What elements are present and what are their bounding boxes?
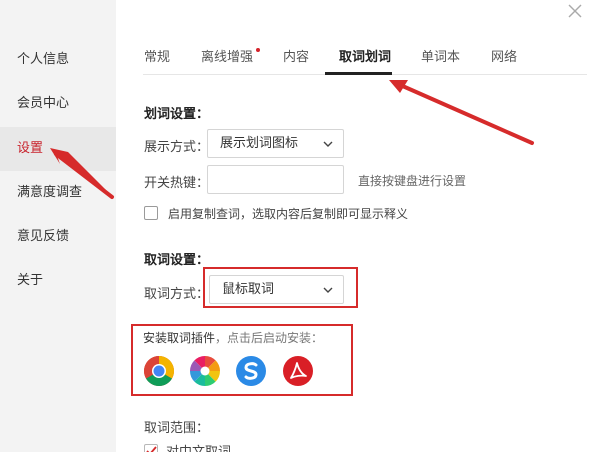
tab-content[interactable]: 内容 [283, 42, 309, 74]
arrow-to-tab [389, 80, 534, 145]
display-mode-label: 展示方式： [144, 140, 210, 155]
close-icon [568, 4, 582, 18]
hotkey-input[interactable] [207, 165, 344, 194]
sidebar-item-feedback[interactable]: 意见反馈 [0, 215, 116, 259]
hotkey-hint: 直接按键盘进行设置 [358, 174, 467, 188]
close-button[interactable] [566, 4, 584, 22]
tab-bar: 常规 离线增强 内容 取词划词 单词本 网络 [116, 42, 600, 76]
quci-mode-label: 取词方式： [144, 287, 210, 302]
sidebar-item-about[interactable]: 关于 [0, 259, 116, 303]
display-mode-select[interactable]: 展示划词图标 [207, 129, 344, 158]
huaci-section-title: 划词设置： [144, 107, 210, 122]
chinese-lookup-checkbox[interactable] [144, 444, 158, 452]
sidebar-item-survey[interactable]: 满意度调查 [0, 171, 116, 215]
hotkey-label: 开关热键： [144, 176, 210, 191]
new-badge-dot [256, 48, 260, 52]
chevron-down-icon [323, 141, 333, 147]
checkmark-icon [146, 446, 157, 452]
range-title: 取词范围： [144, 421, 210, 436]
highlight-box-quci-mode [203, 267, 358, 308]
sidebar-item-settings[interactable]: 设置 [0, 127, 116, 171]
sidebar-item-profile[interactable]: 个人信息 [0, 38, 116, 82]
quci-section-title: 取词设置： [144, 253, 210, 268]
tab-general[interactable]: 常规 [144, 42, 170, 74]
sidebar: 个人信息 会员中心 设置 满意度调查 意见反馈 关于 [0, 0, 116, 452]
active-tab-indicator [325, 72, 392, 75]
display-mode-value: 展示划词图标 [220, 136, 299, 151]
copy-lookup-label: 启用复制查词，选取内容后复制即可显示释义 [168, 207, 409, 221]
tab-offline[interactable]: 离线增强 [201, 42, 253, 74]
sidebar-item-membership[interactable]: 会员中心 [0, 82, 116, 126]
tab-quci-huaci[interactable]: 取词划词 [339, 42, 391, 74]
chinese-lookup-label: 对中文取词 [166, 441, 231, 452]
highlight-box-plugins [131, 324, 353, 396]
tab-wordbook[interactable]: 单词本 [421, 42, 460, 74]
tab-network[interactable]: 网络 [491, 42, 517, 74]
copy-lookup-checkbox[interactable] [144, 206, 158, 220]
